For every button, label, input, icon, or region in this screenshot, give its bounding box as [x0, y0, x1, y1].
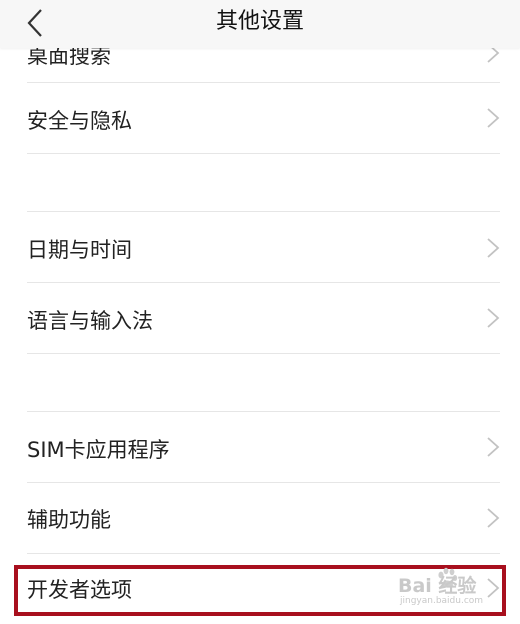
settings-item-date-time[interactable]: 日期与时间 — [0, 212, 520, 282]
chevron-right-icon — [487, 508, 500, 528]
settings-item-language-input[interactable]: 语言与输入法 — [0, 283, 520, 353]
divider — [27, 553, 500, 554]
divider — [27, 153, 500, 154]
settings-item-label: 安全与隐私 — [27, 109, 132, 133]
other-settings-screen: 桌面搜索 安全与隐私 日期与时间 语言与输入法 SIM卡应用程序 辅助功能 开发… — [0, 0, 520, 624]
watermark-url: jingyan.baidu.com — [400, 596, 484, 606]
chevron-right-icon — [487, 108, 500, 128]
chevron-right-icon — [487, 308, 500, 328]
header-bar: 其他设置 — [0, 0, 520, 48]
settings-item-label: 语言与输入法 — [27, 309, 153, 333]
page-title: 其他设置 — [215, 9, 304, 34]
settings-item-label: SIM卡应用程序 — [27, 438, 170, 462]
divider — [27, 353, 500, 354]
settings-item-sim-apps[interactable]: SIM卡应用程序 — [0, 412, 520, 482]
settings-item-label: 辅助功能 — [27, 508, 111, 532]
settings-item-label: 日期与时间 — [27, 238, 132, 262]
watermark-text: Bai 经验 — [398, 575, 477, 597]
settings-item-accessibility[interactable]: 辅助功能 — [0, 483, 520, 553]
chevron-right-icon — [487, 437, 500, 457]
baidu-watermark: Bai 经验 jingyan.baidu.com — [398, 565, 503, 609]
chevron-right-icon — [487, 238, 500, 258]
settings-item-security-privacy[interactable]: 安全与隐私 — [0, 83, 520, 153]
